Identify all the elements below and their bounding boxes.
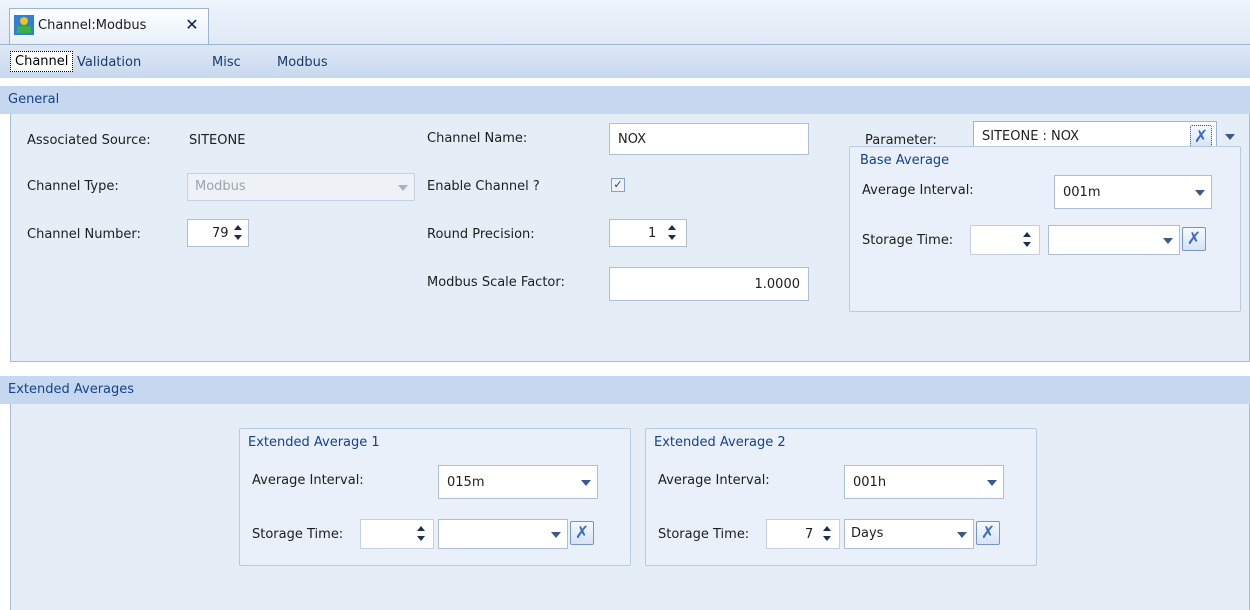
channel-name-input[interactable]: NOX <box>609 123 809 155</box>
spinner-arrows[interactable] <box>1023 232 1033 248</box>
channel-name-value: NOX <box>618 132 647 147</box>
chevron-down-icon <box>957 532 967 538</box>
clear-icon: ✗ <box>1186 229 1202 249</box>
channel-icon <box>14 15 34 35</box>
ext2-storage-unit-select[interactable]: Days <box>844 519 974 549</box>
channel-number-value: 79 <box>212 226 229 241</box>
spinner-down-icon[interactable] <box>234 235 242 240</box>
ext2-storage-time-label: Storage Time: <box>658 527 750 542</box>
tab-validation[interactable]: Validation <box>77 55 141 70</box>
channel-type-label: Channel Type: <box>27 179 119 194</box>
base-storage-clear-button[interactable]: ✗ <box>1182 227 1206 251</box>
ext2-storage-clear-button[interactable]: ✗ <box>976 521 1000 545</box>
ext2-storage-time-spinner[interactable]: 7 <box>766 519 840 549</box>
ext1-storage-unit-select[interactable] <box>438 519 568 549</box>
chevron-down-icon <box>398 185 408 191</box>
general-panel-title: General <box>8 92 60 107</box>
tab-strip: Channel Validation Misc Modbus <box>0 44 1250 78</box>
chevron-down-icon <box>1163 238 1173 244</box>
ext1-storage-clear-button[interactable]: ✗ <box>570 521 594 545</box>
round-precision-spinner[interactable]: 1 <box>609 219 687 247</box>
spinner-up-icon[interactable] <box>668 225 676 230</box>
extended-averages-header: Extended Averages <box>0 376 1250 404</box>
ext2-average-interval-select[interactable]: 001h <box>844 465 1004 499</box>
tab-misc[interactable]: Misc <box>212 55 241 70</box>
extended-average-1-group: Extended Average 1 Average Interval: 015… <box>239 428 631 566</box>
clear-icon: ✗ <box>574 523 590 543</box>
spinner-arrows[interactable] <box>417 526 427 542</box>
extended-average-1-title: Extended Average 1 <box>248 435 380 450</box>
associated-source-label: Associated Source: <box>27 133 151 148</box>
enable-channel-checkbox[interactable]: ✓ <box>611 178 625 192</box>
round-precision-value: 1 <box>648 226 657 241</box>
base-average-title: Base Average <box>860 153 950 168</box>
ext1-storage-time-label: Storage Time: <box>252 527 344 542</box>
ext2-storage-unit-value: Days <box>851 526 884 541</box>
parameter-clear-button[interactable]: ✗ <box>1190 125 1212 147</box>
ext2-storage-time-value: 7 <box>805 527 814 542</box>
channel-name-label: Channel Name: <box>427 131 528 146</box>
spinner-arrows[interactable] <box>234 225 244 241</box>
close-icon[interactable]: ✕ <box>182 14 202 36</box>
base-average-group: Base Average Average Interval: 001m Stor… <box>849 146 1241 312</box>
ext1-average-interval-select[interactable]: 015m <box>438 465 598 499</box>
channel-number-spinner[interactable]: 79 <box>187 219 249 247</box>
modbus-scale-factor-value: 1.0000 <box>754 277 801 292</box>
spinner-up-icon[interactable] <box>823 526 831 531</box>
clear-icon: ✗ <box>980 523 996 543</box>
modbus-scale-factor-input[interactable]: 1.0000 <box>609 267 809 301</box>
base-average-interval-value: 001m <box>1063 185 1101 200</box>
round-precision-label: Round Precision: <box>427 227 535 242</box>
base-average-interval-select[interactable]: 001m <box>1054 175 1212 209</box>
parameter-value: SITEONE : NOX <box>982 129 1080 144</box>
channel-type-value: Modbus <box>195 179 246 194</box>
chevron-down-icon <box>1195 190 1205 196</box>
tab-channel[interactable]: Channel <box>10 51 74 72</box>
document-tab-title: Channel:Modbus <box>38 18 147 33</box>
general-panel: Associated Source: SITEONE Channel Type:… <box>10 114 1250 362</box>
spinner-down-icon[interactable] <box>668 235 676 240</box>
chevron-down-icon <box>987 480 997 486</box>
base-storage-unit-select[interactable] <box>1048 225 1180 255</box>
spinner-arrows[interactable] <box>668 225 678 241</box>
channel-number-label: Channel Number: <box>27 227 141 242</box>
document-tab-channel-modbus[interactable]: Channel:Modbus ✕ <box>9 8 209 44</box>
parameter-dropdown-icon[interactable] <box>1225 134 1235 140</box>
general-panel-header: General <box>0 86 1250 114</box>
spinner-up-icon[interactable] <box>234 225 242 230</box>
modbus-scale-factor-label: Modbus Scale Factor: <box>427 275 565 290</box>
tab-modbus[interactable]: Modbus <box>277 55 328 70</box>
ext1-average-interval-label: Average Interval: <box>252 473 364 488</box>
ext1-average-interval-value: 015m <box>447 475 485 490</box>
channel-type-select: Modbus <box>187 173 415 201</box>
extended-average-2-group: Extended Average 2 Average Interval: 001… <box>645 428 1037 566</box>
spinner-down-icon[interactable] <box>417 536 425 541</box>
document-tab-bar: Channel:Modbus ✕ <box>0 0 1250 44</box>
check-icon: ✓ <box>613 178 623 191</box>
extended-average-2-title: Extended Average 2 <box>654 435 786 450</box>
spinner-up-icon[interactable] <box>1023 232 1031 237</box>
clear-icon: ✗ <box>1193 127 1209 147</box>
spinner-down-icon[interactable] <box>1023 242 1031 247</box>
spinner-up-icon[interactable] <box>417 526 425 531</box>
ext2-average-interval-value: 001h <box>853 475 887 490</box>
spinner-arrows[interactable] <box>823 526 833 542</box>
associated-source-value: SITEONE <box>189 133 246 148</box>
enable-channel-label: Enable Channel ? <box>427 179 540 194</box>
base-storage-time-label: Storage Time: <box>862 233 954 248</box>
chevron-down-icon <box>551 532 561 538</box>
extended-averages-title: Extended Averages <box>8 382 135 397</box>
chevron-down-icon <box>581 480 591 486</box>
spinner-down-icon[interactable] <box>823 536 831 541</box>
ext1-storage-time-spinner[interactable] <box>360 519 434 549</box>
base-storage-time-spinner[interactable] <box>970 225 1040 255</box>
ext2-average-interval-label: Average Interval: <box>658 473 770 488</box>
base-average-interval-label: Average Interval: <box>862 183 974 198</box>
extended-averages-panel: Extended Average 1 Average Interval: 015… <box>10 404 1250 610</box>
